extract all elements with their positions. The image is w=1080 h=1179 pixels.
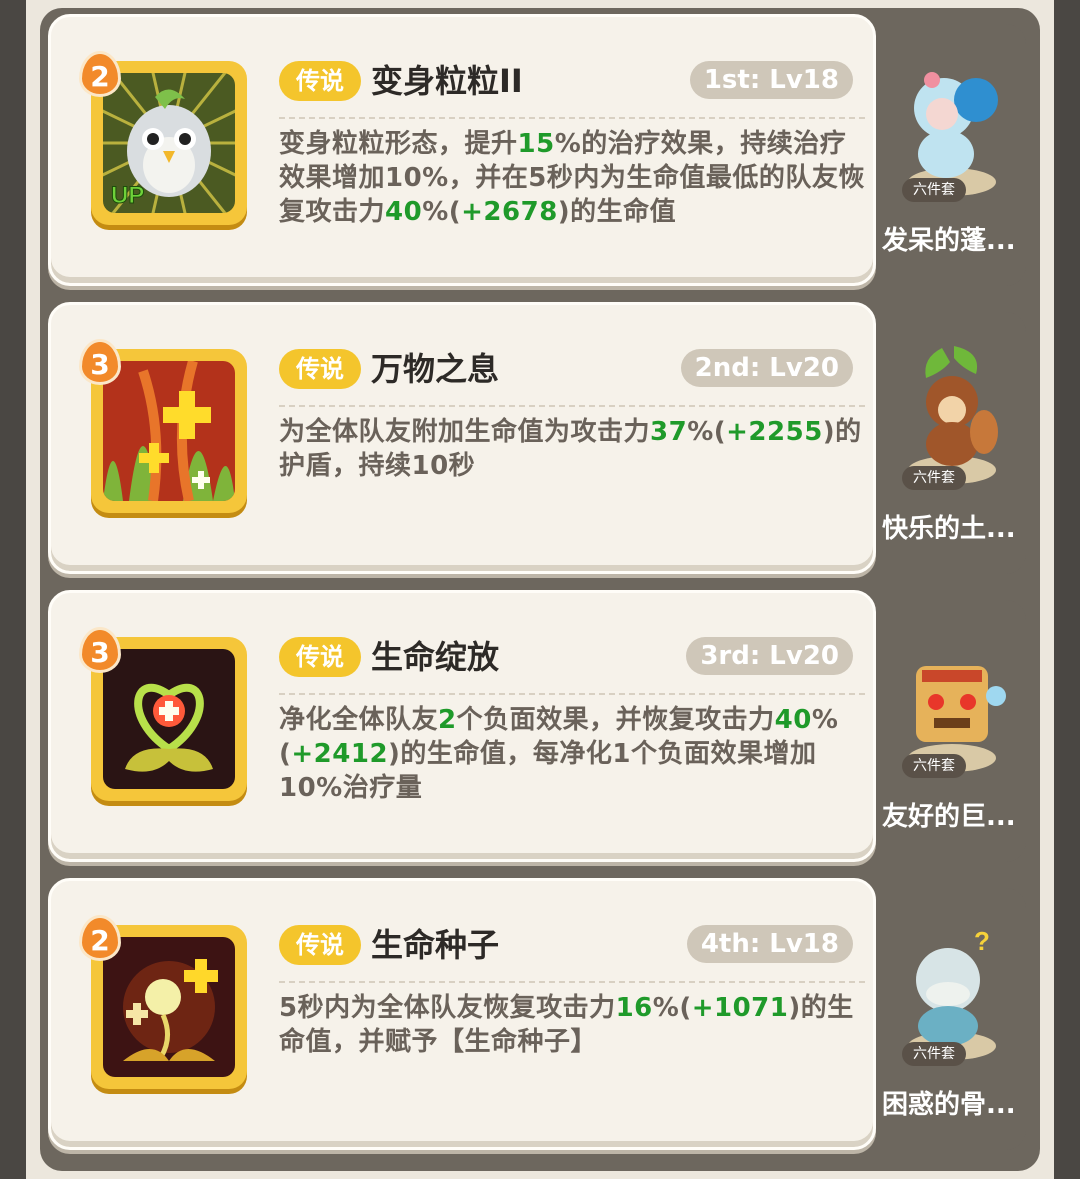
skill-description: 变身粒粒形态，提升15%的治疗效果，持续治疗效果增加10%，并在5秒内为生命值最… bbox=[279, 127, 869, 229]
pet-name: 快乐的土... bbox=[882, 514, 1016, 544]
description-text: %( bbox=[422, 197, 462, 227]
skill-name: 万物之息 bbox=[371, 350, 500, 388]
divider bbox=[279, 117, 865, 119]
rank-badge: 3rd: Lv20 bbox=[686, 637, 853, 675]
rank-badge: 1st: Lv18 bbox=[689, 61, 853, 99]
highlight-value: 40 bbox=[385, 197, 423, 227]
skill-level-badge: 2 bbox=[79, 51, 121, 97]
skill-level-badge: 3 bbox=[79, 627, 121, 673]
description-text: )的生命值 bbox=[557, 197, 677, 227]
set-tag: 六件套 bbox=[902, 178, 966, 202]
skill-description: 净化全体队友2个负面效果，并恢复攻击力40%(+2412)的生命值，每净化1个负… bbox=[279, 703, 869, 805]
highlight-value: +2412 bbox=[291, 739, 389, 769]
pet-panel[interactable]: ? 六件套 困惑的骨... bbox=[872, 888, 1026, 1150]
skill-card[interactable]: 3 传说 万物之息 2nd: Lv20 为全体队友附加生命值为攻击力37%(+2… bbox=[48, 302, 876, 574]
highlight-value: 37 bbox=[650, 417, 688, 447]
skill-level-badge: 2 bbox=[79, 915, 121, 961]
description-text: 5秒内为全体队友恢复攻击力 bbox=[279, 993, 616, 1023]
rarity-badge: 传说 bbox=[279, 637, 361, 677]
highlight-value: +2255 bbox=[726, 417, 823, 447]
description-text: 为全体队友附加生命值为攻击力 bbox=[279, 417, 651, 447]
skill-description: 为全体队友附加生命值为攻击力37%(+2255)的护盾，持续10秒 bbox=[279, 415, 869, 483]
skill-row[interactable]: 六件套 友好的巨... 3 传说 生命绽放 3rd: Lv20 净化全体队友2个… bbox=[44, 586, 1040, 868]
rank-badge: 4th: Lv18 bbox=[686, 925, 853, 963]
divider bbox=[279, 405, 865, 407]
skill-name: 生命绽放 bbox=[371, 638, 500, 676]
description-text: 净化全体队友 bbox=[279, 705, 439, 735]
divider bbox=[279, 693, 865, 695]
svg-text:?: ? bbox=[974, 926, 990, 956]
skill-art bbox=[103, 937, 235, 1077]
highlight-value: 40 bbox=[774, 705, 812, 735]
skill-card[interactable]: 2 传说 生命种子 4th: Lv18 5秒内为全体队友恢复攻击力16%(+10… bbox=[48, 878, 876, 1150]
description-text: %( bbox=[652, 993, 692, 1023]
pet-name: 困惑的骨... bbox=[882, 1090, 1016, 1120]
pet-name: 友好的巨... bbox=[882, 802, 1016, 832]
skill-description: 5秒内为全体队友恢复攻击力16%(+1071)的生命值，并赋予【生命种子】 bbox=[279, 991, 869, 1059]
skill-name: 生命种子 bbox=[371, 926, 500, 964]
divider bbox=[279, 981, 865, 983]
description-text: 变身粒粒形态，提升 bbox=[279, 129, 518, 159]
highlight-value: 16 bbox=[615, 993, 653, 1023]
set-tag: 六件套 bbox=[902, 466, 966, 490]
skill-row[interactable]: ? 六件套 困惑的骨... 2 传说 生命种子 4th: Lv18 5秒内为全体… bbox=[44, 874, 1040, 1156]
svg-text:UP: UP bbox=[111, 182, 144, 209]
skill-row[interactable]: 六件套 快乐的土... 3 传说 万物之息 2nd: Lv20 为全体队友附加生… bbox=[44, 298, 1040, 580]
rarity-badge: 传说 bbox=[279, 349, 361, 389]
pet-name: 发呆的蓬... bbox=[882, 226, 1016, 256]
rarity-badge: 传说 bbox=[279, 61, 361, 101]
skill-card[interactable]: 3 传说 生命绽放 3rd: Lv20 净化全体队友2个负面效果，并恢复攻击力4… bbox=[48, 590, 876, 862]
skill-art bbox=[103, 361, 235, 501]
pet-panel[interactable]: 六件套 快乐的土... bbox=[872, 312, 1026, 574]
set-tag: 六件套 bbox=[902, 754, 966, 778]
highlight-value: 15 bbox=[517, 129, 555, 159]
skill-art: UP bbox=[103, 73, 235, 213]
pet-panel[interactable]: 六件套 发呆的蓬... bbox=[872, 24, 1026, 286]
highlight-value: +1071 bbox=[691, 993, 789, 1023]
highlight-value: +2678 bbox=[461, 197, 558, 227]
set-tag: 六件套 bbox=[902, 1042, 966, 1066]
skill-art bbox=[103, 649, 235, 789]
description-text: %( bbox=[687, 417, 727, 447]
description-text: 个负面效果，并恢复攻击力 bbox=[456, 705, 775, 735]
skill-name: 变身粒粒II bbox=[371, 62, 523, 100]
pet-panel[interactable]: 六件套 友好的巨... bbox=[872, 600, 1026, 862]
skill-card[interactable]: UP 2 传说 变身粒粒II 1st: Lv18 变身粒粒形态，提升15%的治疗… bbox=[48, 14, 876, 286]
rarity-badge: 传说 bbox=[279, 925, 361, 965]
rank-badge: 2nd: Lv20 bbox=[680, 349, 853, 387]
skill-row[interactable]: 六件套 发呆的蓬... UP 2 传说 变身粒粒II 1st: Lv18 变身粒… bbox=[44, 10, 1040, 292]
highlight-value: 2 bbox=[438, 705, 457, 735]
skill-level-badge: 3 bbox=[79, 339, 121, 385]
